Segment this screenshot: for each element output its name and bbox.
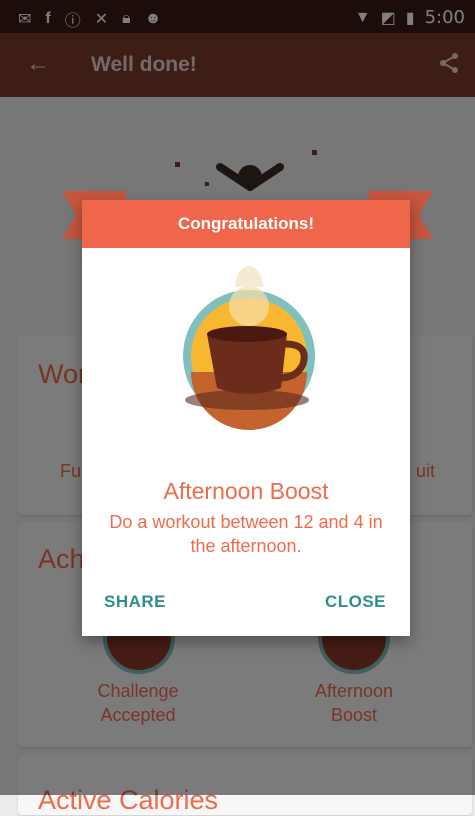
coffee-cup-badge-icon (179, 266, 319, 430)
badge-title: Afternoon Boost (163, 478, 329, 504)
share-button[interactable]: SHARE (104, 592, 166, 612)
achievement-dialog: Congratulations! Afternoon Boost Do a wo… (82, 200, 410, 636)
badge-description: Do a workout between 12 and 4 in the aft… (109, 512, 383, 556)
dialog-header-title: Congratulations! (178, 214, 314, 233)
dialog-header: Congratulations! (82, 200, 410, 248)
close-button[interactable]: CLOSE (325, 592, 386, 612)
